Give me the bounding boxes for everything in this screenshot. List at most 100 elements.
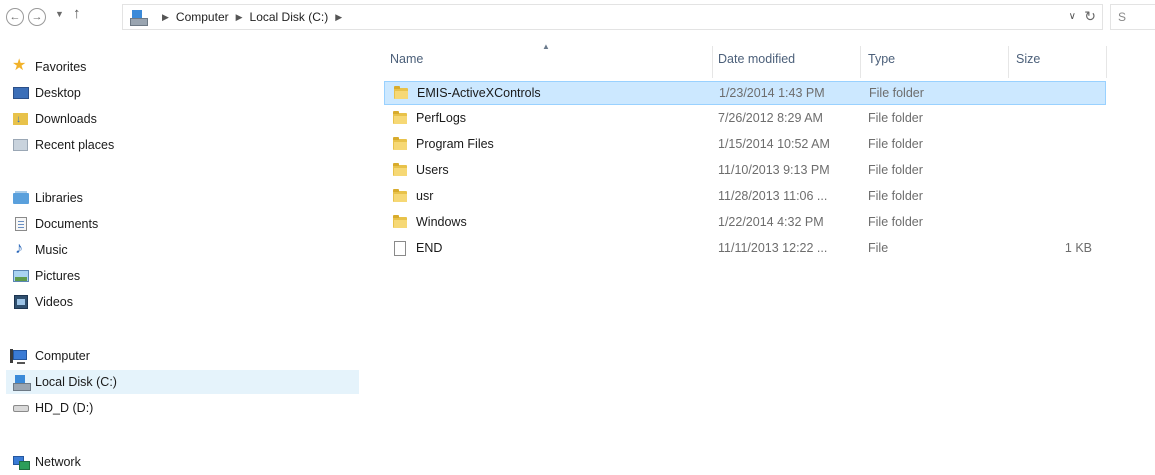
column-header-date[interactable]: Date modified [718,52,795,66]
breadcrumb: ▶ Computer ▶ Local Disk (C:) ▶ [155,10,349,24]
nav-label: Desktop [35,86,81,100]
file-date: 1/15/2014 10:52 AM [718,137,830,151]
folder-icon [392,189,408,203]
recent-locations-button[interactable]: ▼ [55,9,64,19]
desktop-icon [12,85,30,101]
folder-icon [393,86,409,100]
nav-item-documents[interactable]: Documents [0,212,98,236]
up-button[interactable]: ↑ [73,5,81,22]
network-icon [12,454,30,470]
nav-item-hd-d[interactable]: HD_D (D:) [0,396,93,420]
file-type: File [868,241,889,255]
chevron-down-icon: ▼ [55,9,64,19]
star-icon: ★ [12,57,27,74]
videos-icon [12,294,30,310]
local-disk-icon [12,374,31,391]
file-date: 11/10/2013 9:13 PM [718,163,830,177]
hard-drive-icon [12,400,30,416]
arrow-left-icon: ← [9,11,21,23]
file-date: 11/28/2013 11:06 ... [718,189,828,203]
breadcrumb-chevron-icon[interactable]: ▶ [335,12,342,23]
file-name: END [392,241,443,256]
music-icon: ♪ [15,240,23,257]
file-row-perflogs[interactable]: PerfLogs 7/26/2012 8:29 AM File folder [384,107,1106,131]
file-date: 1/23/2014 1:43 PM [719,86,825,100]
downloads-icon: ↓ [12,111,30,127]
nav-libraries[interactable]: Libraries [0,186,83,210]
breadcrumb-chevron-icon[interactable]: ▶ [236,12,243,23]
address-toolbar: ← → ▼ ↑ ▶ Computer ▶ Local Disk (C:) ▶ ∨… [0,0,1155,38]
column-header-size[interactable]: Size [1016,52,1040,66]
column-headers: ▲ Name Date modified Type Size [372,40,1155,80]
file-name: usr [392,189,433,203]
column-header-type[interactable]: Type [868,52,895,66]
arrow-right-icon: → [31,11,43,23]
file-row-usr[interactable]: usr 11/28/2013 11:06 ... File folder [384,185,1106,209]
nav-label: Favorites [35,60,87,74]
file-icon [392,241,408,256]
recent-places-icon [12,137,30,153]
file-type: File folder [868,215,923,229]
address-history-dropdown[interactable]: ∨ [1069,11,1076,22]
nav-label: Music [35,243,68,257]
file-row-windows[interactable]: Windows 1/22/2014 4:32 PM File folder [384,211,1106,235]
search-input[interactable]: S [1110,4,1155,30]
back-button[interactable]: ← [6,8,24,26]
nav-item-desktop[interactable]: Desktop [0,81,81,105]
documents-icon [12,216,30,232]
nav-computer[interactable]: Computer [0,344,90,368]
folder-icon [392,111,408,125]
file-row-users[interactable]: Users 11/10/2013 9:13 PM File folder [384,159,1106,183]
arrow-up-icon: ↑ [73,5,81,22]
nav-item-pictures[interactable]: Pictures [0,264,80,288]
refresh-icon: ↻ [1084,8,1096,24]
file-date: 1/22/2014 4:32 PM [718,215,824,229]
folder-icon [392,137,408,151]
navigation-pane: ★ Favorites Desktop ↓ Downloads Recent p… [0,40,372,475]
file-name-text: Users [416,163,449,177]
computer-icon [129,9,148,26]
nav-favorites[interactable]: ★ Favorites [0,55,86,79]
nav-item-videos[interactable]: Videos [0,290,73,314]
nav-label: Recent places [35,138,115,152]
file-type: File folder [868,163,923,177]
forward-button[interactable]: → [28,8,46,26]
file-name-text: Windows [416,215,467,229]
column-resize-handle[interactable] [1008,46,1009,78]
column-resize-handle[interactable] [1106,46,1107,78]
breadcrumb-computer[interactable]: Computer [176,10,229,24]
refresh-button[interactable]: ↻ [1084,8,1096,25]
pictures-icon [12,268,30,284]
file-row-program-files[interactable]: Program Files 1/15/2014 10:52 AM File fo… [384,133,1106,157]
nav-label: Local Disk (C:) [35,375,117,389]
nav-label: Videos [35,295,73,309]
nav-label: Network [35,455,81,469]
file-type: File folder [869,86,924,100]
file-size: 1 KB [1064,241,1092,255]
file-name-text: PerfLogs [416,111,467,125]
column-resize-handle[interactable] [860,46,861,78]
nav-label: HD_D (D:) [35,401,94,415]
nav-item-downloads[interactable]: ↓ Downloads [0,107,97,131]
column-resize-handle[interactable] [712,46,713,78]
libraries-icon [12,190,30,206]
file-list: ▲ Name Date modified Type Size EMIS-Acti… [372,40,1155,475]
breadcrumb-local-disk[interactable]: Local Disk (C:) [250,10,329,24]
nav-network[interactable]: Network [0,450,81,474]
file-name: EMIS-ActiveXControls [393,86,541,100]
breadcrumb-chevron-icon[interactable]: ▶ [162,12,169,23]
column-header-name[interactable]: Name [390,52,423,66]
file-row-emis-activexcontrols[interactable]: EMIS-ActiveXControls 1/23/2014 1:43 PM F… [384,81,1106,105]
file-name-text: END [416,241,443,255]
nav-item-music[interactable]: ♪ Music [0,238,68,262]
file-name: Windows [392,215,467,229]
address-bar[interactable]: ▶ Computer ▶ Local Disk (C:) ▶ ∨ ↻ [122,4,1103,30]
file-name: Users [392,163,449,177]
nav-item-local-disk[interactable]: Local Disk (C:) [6,370,359,394]
file-name-text: EMIS-ActiveXControls [417,86,541,100]
file-row-end[interactable]: END 11/11/2013 12:22 ... File 1 KB [384,237,1106,261]
file-type: File folder [868,111,923,125]
nav-item-recent-places[interactable]: Recent places [0,133,114,157]
file-name: Program Files [392,137,494,151]
chevron-down-icon: ∨ [1068,11,1076,22]
